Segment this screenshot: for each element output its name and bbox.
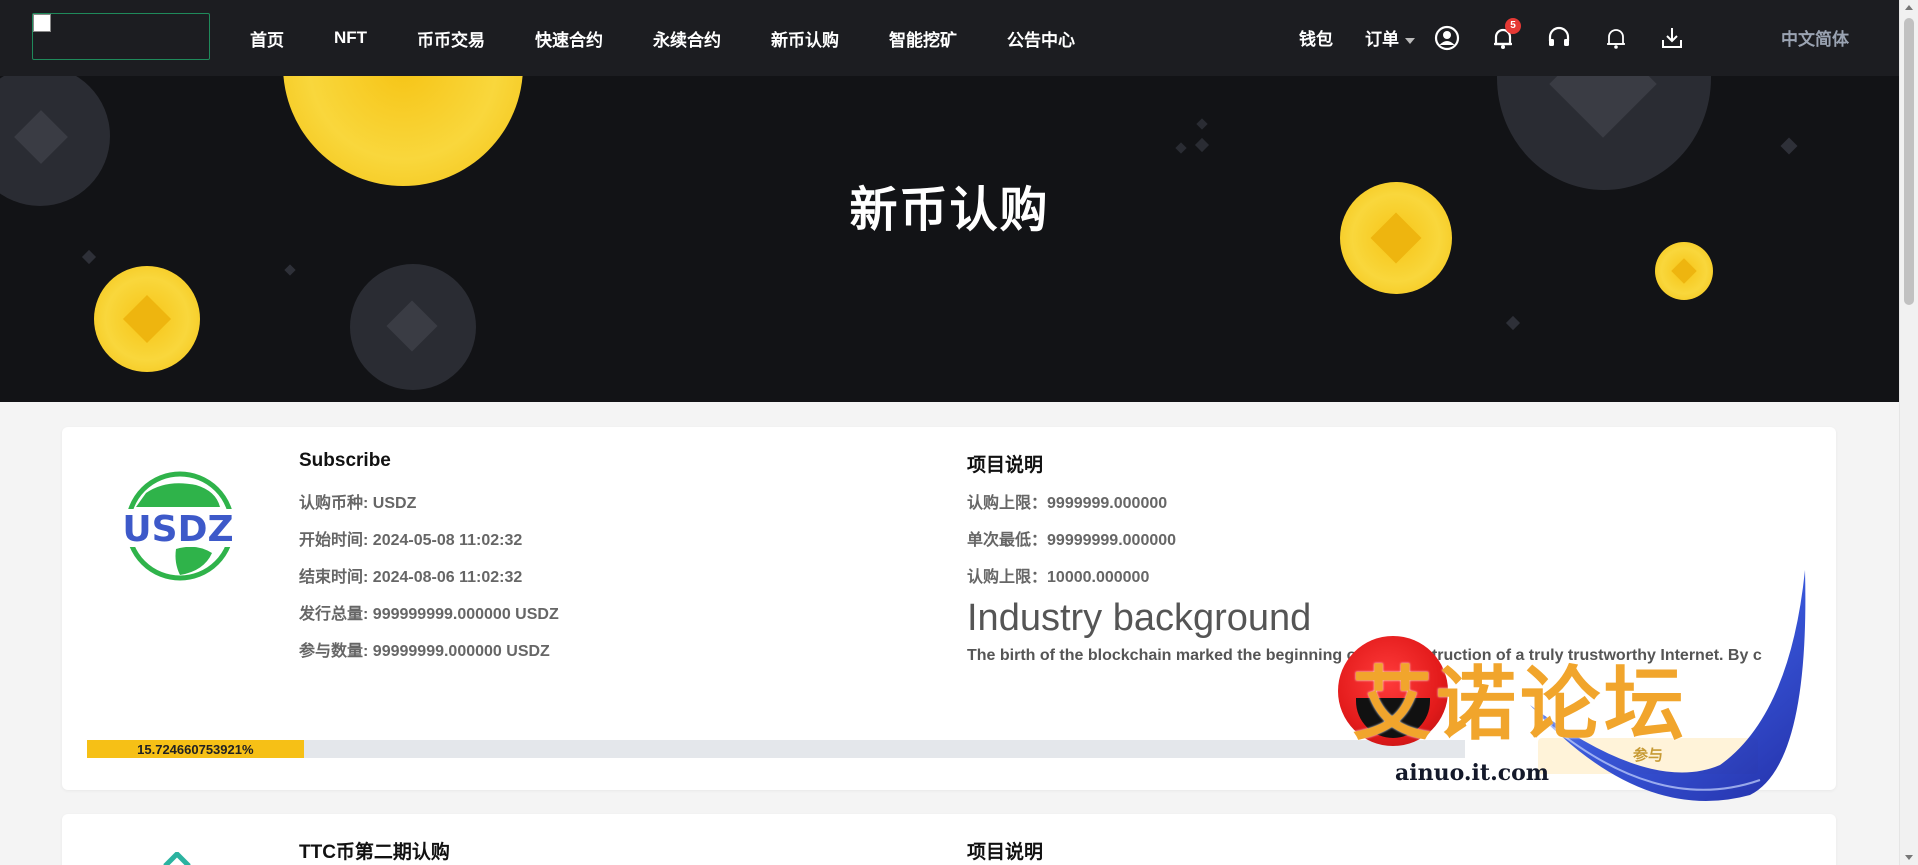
info-row-start-time: 开始时间: 2024-05-08 11:02:32 [299, 526, 522, 550]
label-currency: 认购币种: [299, 495, 369, 512]
ttc-logo [162, 850, 192, 865]
diamond-decoration [284, 264, 296, 276]
scroll-up-arrow-icon[interactable] [1905, 5, 1913, 10]
value-total-issue: 999999999.000000 USDZ [372, 606, 559, 623]
hero-banner: 新币认购 [0, 76, 1899, 402]
project-name: Subscribe [299, 450, 391, 471]
page-title: 新币认购 [849, 184, 1050, 237]
info-row-participation: 参与数量: 99999999.000000 USDZ [299, 637, 550, 661]
value-end-time: 2024-08-06 11:02:32 [372, 569, 523, 586]
diamond-decoration [1194, 137, 1210, 153]
desc-row-min: 单次最低：99999999.000000 [967, 526, 1176, 550]
label-total-issue: 发行总量: [299, 606, 369, 623]
usdz-logo-text: USDZ [122, 509, 233, 550]
nav-smart-mining[interactable]: 智能挖矿 [889, 26, 957, 51]
usdz-logo: USDZ [116, 471, 240, 581]
nav-nft[interactable]: NFT [334, 28, 367, 48]
label-limit: 认购上限： [967, 495, 1048, 512]
orders-label: 订单 [1365, 30, 1399, 49]
project-description-title: 项目说明 [967, 455, 1044, 476]
desc-row-limit-2: 认购上限：10000.000000 [967, 563, 1149, 587]
watermark-url: ainuo.it.com [1395, 760, 1550, 786]
vertical-scrollbar[interactable] [1899, 0, 1918, 865]
diamond-decoration [81, 249, 97, 265]
value-min: 99999999.000000 [1047, 532, 1177, 549]
nav-spot-trade[interactable]: 币币交易 [417, 26, 485, 51]
desc-row-limit: 认购上限：9999999.000000 [967, 489, 1167, 513]
diamond-decoration [1175, 142, 1187, 154]
scroll-down-arrow-icon[interactable] [1905, 855, 1913, 860]
nav-home[interactable]: 首页 [250, 26, 284, 51]
bell-icon[interactable]: 5 [1489, 18, 1521, 52]
download-tray-icon[interactable] [1658, 24, 1686, 52]
orders-dropdown[interactable]: 订单 [1365, 25, 1415, 50]
bell-outline-icon[interactable] [1602, 24, 1630, 52]
info-row-currency: 认购币种: USDZ [299, 489, 416, 513]
headset-icon[interactable] [1545, 24, 1573, 52]
label-limit-2: 认购上限： [967, 569, 1048, 586]
value-start-time: 2024-05-08 11:02:32 [372, 532, 523, 549]
language-selector[interactable]: 中文简体 [1781, 25, 1849, 50]
subscription-progress-bar: 15.724660753921% [87, 740, 1465, 758]
user-circle-icon[interactable] [1433, 24, 1461, 52]
project-name: TTC币第二期认购 [299, 842, 450, 863]
scrollbar-thumb[interactable] [1904, 18, 1914, 305]
top-navbar: 首页 NFT 币币交易 快速合约 永续合约 新币认购 智能挖矿 公告中心 钱包 … [0, 0, 1899, 76]
watermark-text: 艾诺论坛 [1352, 657, 1688, 751]
site-logo[interactable] [32, 13, 210, 60]
diamond-decoration [1780, 137, 1798, 155]
label-min: 单次最低： [967, 532, 1048, 549]
value-limit-2: 10000.000000 [1047, 569, 1150, 586]
notification-badge: 5 [1505, 18, 1521, 34]
broken-image-icon [33, 14, 51, 32]
main-nav: 首页 NFT 币币交易 快速合约 永续合约 新币认购 智能挖矿 公告中心 [250, 0, 1125, 76]
nav-new-coin-subscription[interactable]: 新币认购 [771, 26, 839, 51]
diamond-decoration [1196, 118, 1208, 130]
project-description-title: 项目说明 [967, 842, 1044, 863]
progress-fill: 15.724660753921% [87, 740, 304, 758]
header-right: 钱包 订单 5 中文简体 [1279, 0, 1899, 76]
info-row-total-issue: 发行总量: 999999999.000000 USDZ [299, 600, 559, 624]
label-end-time: 结束时间: [299, 569, 369, 586]
label-participation: 参与数量: [299, 643, 369, 660]
diamond-decoration [1505, 315, 1521, 331]
industry-background-heading: Industry background [967, 597, 1312, 639]
value-participation: 99999999.000000 USDZ [372, 643, 550, 660]
chevron-down-icon [1405, 37, 1415, 44]
wallet-link[interactable]: 钱包 [1299, 25, 1333, 50]
nav-announcements[interactable]: 公告中心 [1007, 26, 1075, 51]
nav-quick-contract[interactable]: 快速合约 [535, 26, 603, 51]
nav-perpetual-contract[interactable]: 永续合约 [653, 26, 721, 51]
value-currency: USDZ [372, 495, 417, 512]
value-limit: 9999999.000000 [1047, 495, 1168, 512]
info-row-end-time: 结束时间: 2024-08-06 11:02:32 [299, 563, 522, 587]
label-start-time: 开始时间: [299, 532, 369, 549]
